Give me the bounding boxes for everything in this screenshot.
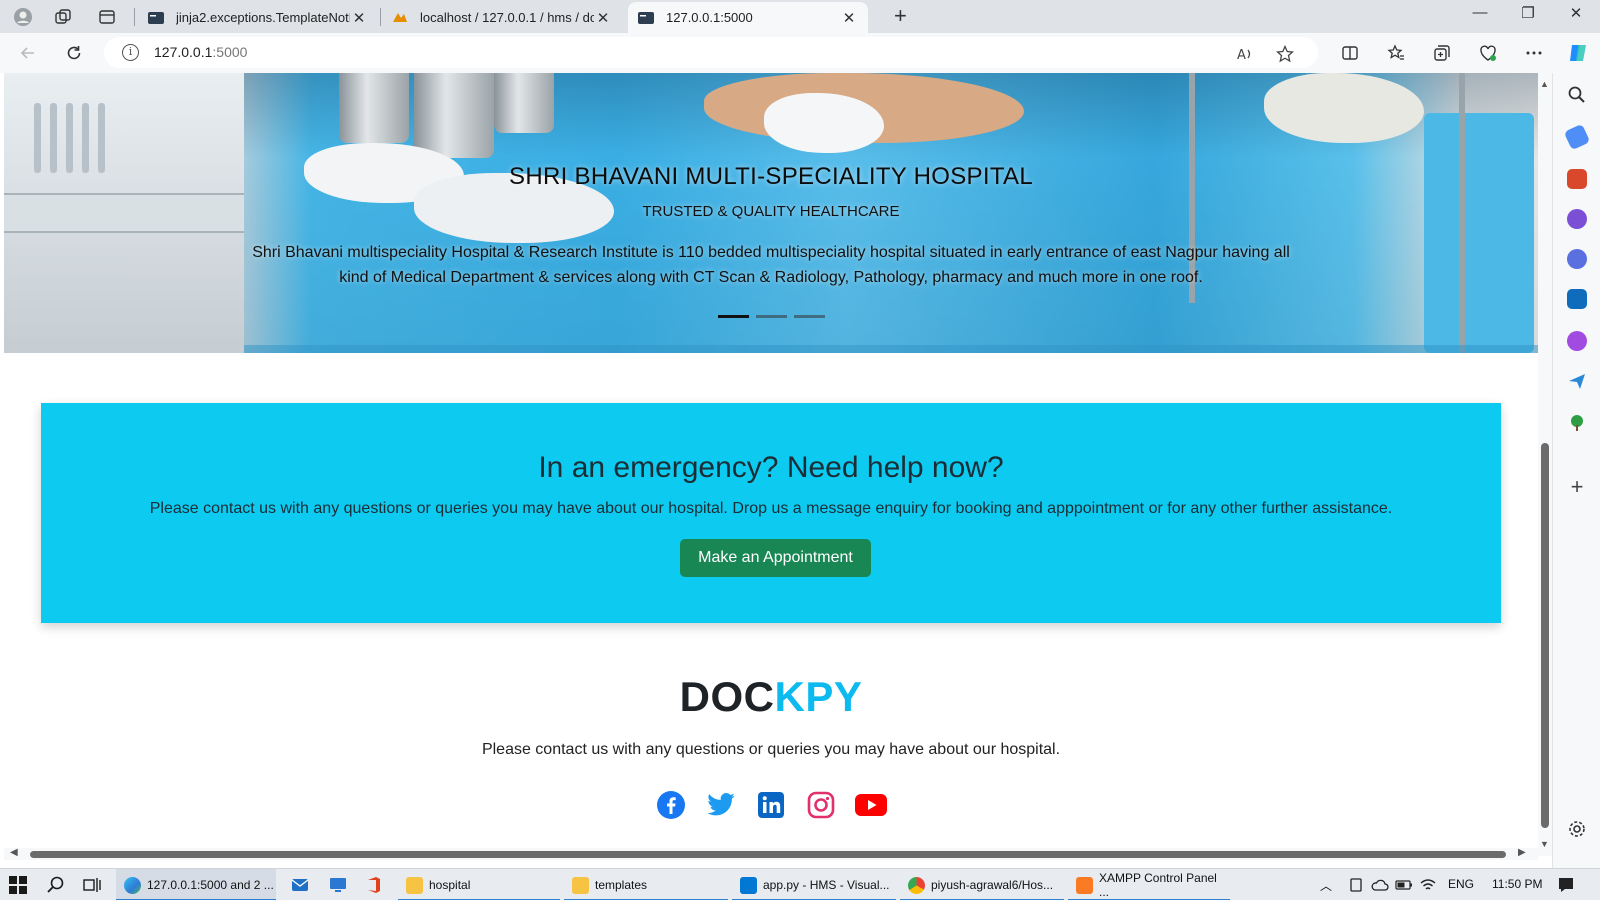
hero-title: SHRI BHAVANI MULTI-SPECIALITY HOSPITAL [509, 163, 1033, 190]
hero-carousel: SHRI BHAVANI MULTI-SPECIALITY HOSPITAL T… [4, 73, 1538, 353]
terminal-favicon-icon [638, 10, 654, 26]
device-icon[interactable] [1346, 875, 1366, 895]
horizontal-scrollbar[interactable]: ◀ ▶ [4, 847, 1538, 860]
facebook-icon[interactable] [655, 789, 687, 821]
close-tab-icon[interactable]: ✕ [350, 9, 368, 27]
wifi-icon[interactable] [1418, 875, 1438, 895]
footer-tagline: Please contact us with any questions or … [481, 741, 1061, 758]
site-info-icon[interactable]: i [122, 44, 139, 61]
taskbar-search-icon[interactable] [46, 875, 66, 895]
taskbar-app-edge[interactable]: 127.0.0.1:5000 and 2 ... [116, 869, 276, 900]
favorites-icon[interactable] [1384, 41, 1408, 65]
instagram-icon[interactable] [805, 789, 837, 821]
games-icon[interactable] [1567, 209, 1587, 229]
linkedin-icon[interactable] [755, 789, 787, 821]
taskbar-app-xampp[interactable]: XAMPP Control Panel ... [1068, 869, 1230, 900]
cloud-icon[interactable] [1370, 875, 1390, 895]
battery-icon[interactable] [1394, 875, 1414, 895]
tab-title: 127.0.0.1:5000 [666, 10, 753, 25]
taskbar-app-templates-folder[interactable]: templates [564, 869, 728, 900]
phpmyadmin-favicon-icon [392, 10, 408, 26]
office-icon[interactable] [364, 875, 384, 895]
close-tab-icon[interactable]: ✕ [840, 9, 858, 27]
carousel-indicators [718, 315, 825, 318]
tab-localhost-5000[interactable]: 127.0.0.1:5000 ✕ [628, 2, 868, 33]
svg-text:A: A [1237, 48, 1246, 63]
notifications-icon[interactable] [1556, 875, 1576, 895]
profile-icon[interactable] [12, 6, 34, 28]
edge-icon [124, 876, 141, 894]
windows-start-icon[interactable] [8, 875, 28, 895]
search-icon[interactable] [1567, 85, 1587, 105]
folder-icon [406, 876, 423, 894]
workspaces-icon[interactable] [52, 6, 74, 28]
close-window-button[interactable]: ✕ [1556, 4, 1596, 22]
copilot-sidebar-icon[interactable] [1567, 249, 1587, 269]
minimize-button[interactable]: — [1460, 4, 1500, 21]
chrome-icon [908, 876, 925, 894]
close-tab-icon[interactable]: ✕ [594, 9, 612, 27]
make-appointment-button[interactable]: Make an Appointment [680, 539, 871, 577]
taskbar-app-chrome[interactable]: piyush-agrawal6/Hos... [900, 869, 1064, 900]
tree-icon[interactable] [1567, 413, 1587, 433]
tab-actions-icon[interactable] [96, 6, 118, 28]
carousel-indicator-2[interactable] [756, 315, 787, 318]
shopping-tag-icon[interactable] [1563, 123, 1591, 151]
clock[interactable]: 11:50 PM [1492, 877, 1542, 891]
tab-title: localhost / 127.0.0.1 / hms / doct [420, 10, 594, 25]
youtube-icon[interactable] [855, 789, 887, 821]
tools-briefcase-icon[interactable] [1567, 169, 1587, 189]
xampp-icon [1076, 876, 1093, 894]
settings-gear-icon[interactable] [1567, 819, 1587, 839]
carousel-indicator-3[interactable] [794, 315, 825, 318]
new-tab-button[interactable]: + [894, 3, 907, 29]
send-icon[interactable] [1567, 371, 1587, 391]
browser-tab-strip: jinja2.exceptions.TemplateNotFound ✕ loc… [0, 0, 1600, 33]
tab-title: jinja2.exceptions.TemplateNotFound [176, 10, 350, 25]
mail-icon[interactable] [290, 875, 310, 895]
page-viewport: SHRI BHAVANI MULTI-SPECIALITY HOSPITAL T… [4, 73, 1538, 856]
edge-sidebar: + [1552, 73, 1600, 868]
emergency-heading: In an emergency? Need help now? [538, 451, 1004, 484]
tab-template-not-found[interactable]: jinja2.exceptions.TemplateNotFound ✕ [138, 2, 378, 33]
address-bar[interactable]: i 127.0.0.1:5000 A [104, 37, 1318, 68]
vertical-scrollbar[interactable]: ▲ ▼ [1538, 73, 1552, 856]
tab-phpmyadmin[interactable]: localhost / 127.0.0.1 / hms / doct ✕ [382, 2, 622, 33]
back-button[interactable] [16, 41, 40, 65]
carousel-indicator-1[interactable] [718, 315, 749, 318]
remote-desktop-icon[interactable] [328, 875, 348, 895]
taskbar-app-vscode[interactable]: app.py - HMS - Visual... [732, 869, 896, 900]
windows-taskbar: 127.0.0.1:5000 and 2 ... hospital templa… [0, 868, 1600, 900]
social-links [655, 789, 887, 821]
hero-subtitle: TRUSTED & QUALITY HEALTHCARE [642, 203, 900, 220]
refresh-button[interactable] [62, 41, 86, 65]
browser-essentials-icon[interactable] [1476, 41, 1500, 65]
emergency-text: Please contact us with any questions or … [149, 500, 1393, 517]
task-view-icon[interactable] [82, 875, 102, 895]
horizontal-scrollbar-thumb[interactable] [30, 851, 1506, 858]
twitter-icon[interactable] [705, 789, 737, 821]
designer-icon[interactable] [1567, 331, 1587, 351]
add-sidebar-app-icon[interactable]: + [1567, 476, 1587, 498]
brand-logo: DOCKPY [679, 673, 863, 720]
vscode-icon [740, 876, 757, 894]
taskbar-app-hospital-folder[interactable]: hospital [398, 869, 560, 900]
vertical-scrollbar-thumb[interactable] [1541, 443, 1549, 828]
emergency-section: In an emergency? Need help now? Please c… [41, 403, 1501, 623]
language-indicator[interactable]: ENG [1448, 877, 1474, 891]
favorite-star-icon[interactable] [1274, 43, 1296, 65]
copilot-icon[interactable] [1566, 41, 1590, 65]
address-url[interactable]: 127.0.0.1:5000 [154, 44, 247, 60]
tray-chevron-icon[interactable]: ︿ [1320, 877, 1332, 894]
read-aloud-icon[interactable]: A [1234, 43, 1256, 65]
outlook-icon[interactable] [1567, 289, 1587, 309]
more-menu-icon[interactable] [1522, 41, 1546, 65]
hero-description: Shri Bhavani multispeciality Hospital & … [252, 244, 1290, 286]
restore-button[interactable]: ❐ [1508, 4, 1548, 22]
split-screen-icon[interactable] [1338, 41, 1362, 65]
collections-icon[interactable] [1430, 41, 1454, 65]
browser-toolbar: i 127.0.0.1:5000 A [0, 33, 1600, 73]
terminal-favicon-icon [148, 10, 164, 26]
folder-icon [572, 876, 589, 894]
